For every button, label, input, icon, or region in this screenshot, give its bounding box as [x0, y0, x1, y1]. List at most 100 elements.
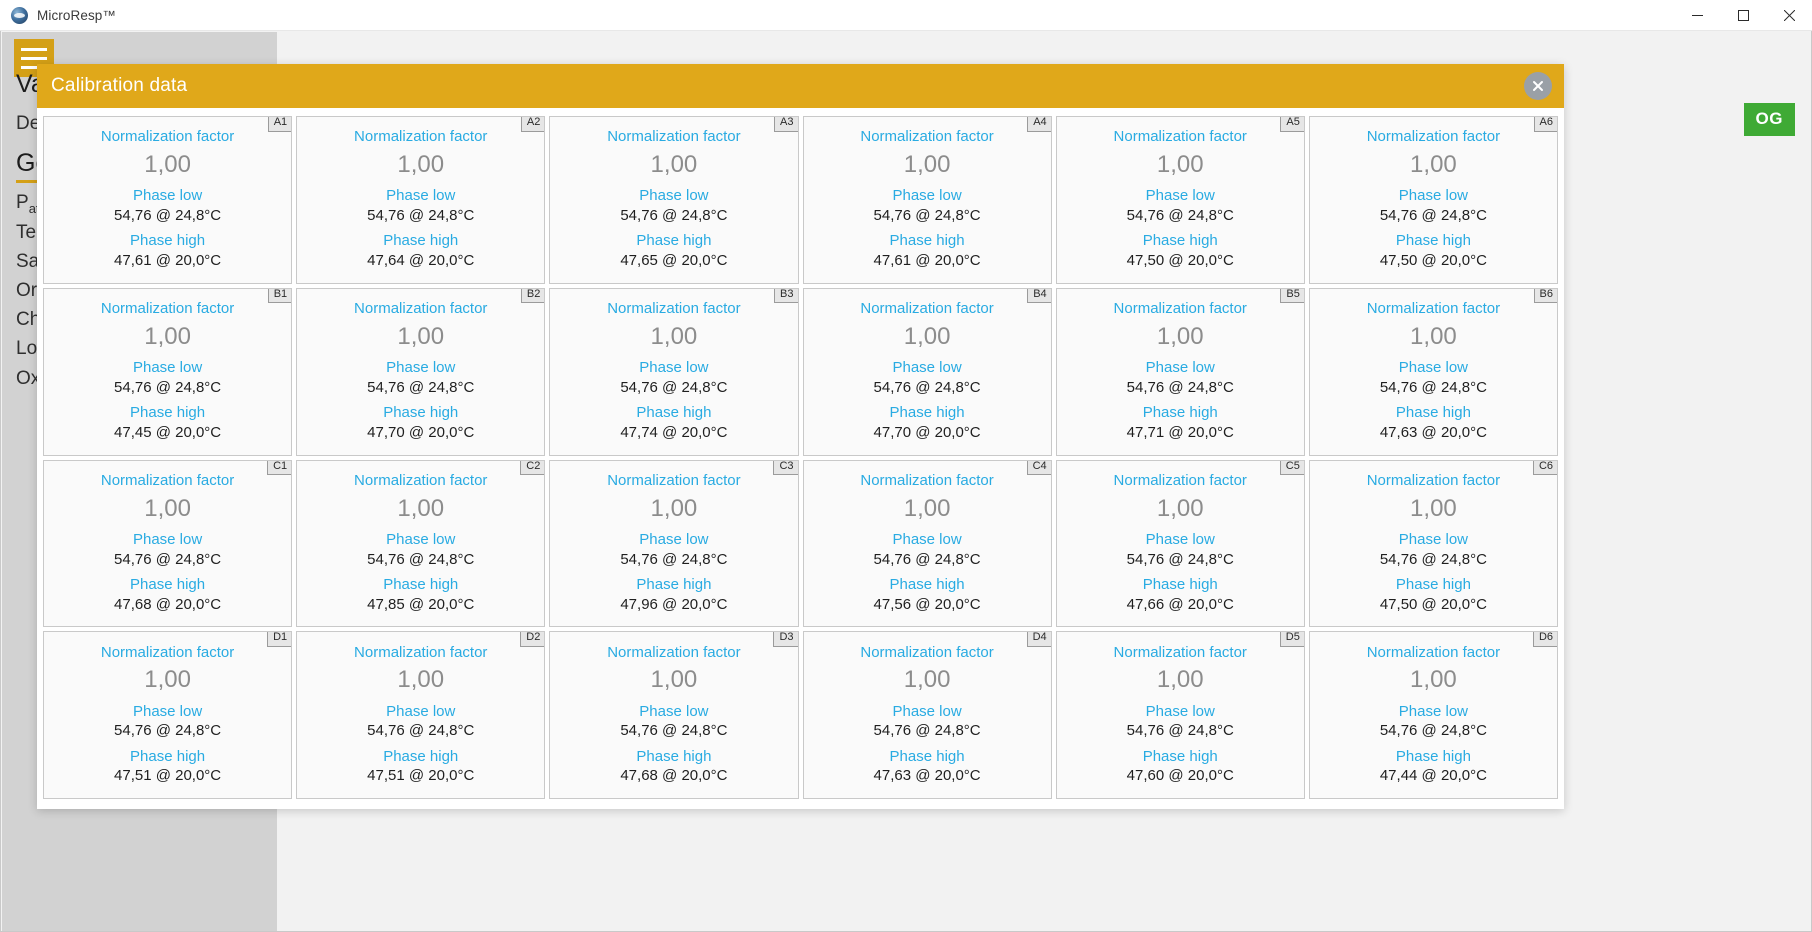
calibration-cell-a3[interactable]: A3 Normalization factor 1,00 Phase low 54,76… — [549, 116, 799, 284]
phase-high-label: Phase high — [383, 575, 459, 593]
phase-high-value: 47,61 @ 20,0°C — [114, 252, 222, 270]
phase-high-label: Phase high — [383, 747, 459, 765]
normalization-factor-label: Normalization factor — [354, 300, 488, 318]
status-badge-log[interactable]: OG — [1743, 103, 1795, 136]
phase-high-value: 47,64 @ 20,0°C — [367, 252, 475, 270]
calibration-cell-c2[interactable]: C2 Normalization factor 1,00 Phase low 54,76… — [296, 459, 546, 628]
cell-id-badge: A1 — [267, 116, 292, 132]
normalization-factor-value: 1,00 — [903, 494, 951, 522]
phase-high-label: Phase high — [889, 232, 965, 250]
normalization-factor-label: Normalization factor — [860, 300, 994, 318]
phase-low-value: 54,76 @ 24,8°C — [1379, 378, 1487, 396]
calibration-cell-b4[interactable]: B4 Normalization factor 1,00 Phase low 54,76… — [802, 287, 1052, 456]
phase-high-value: 47,60 @ 20,0°C — [1126, 767, 1234, 785]
normalization-factor-label: Normalization factor — [100, 471, 235, 489]
phase-low-value: 54,76 @ 24,8°C — [367, 722, 475, 740]
close-circle-icon[interactable] — [1524, 72, 1552, 100]
phase-low-value: 54,76 @ 24,8°C — [114, 550, 222, 568]
calibration-cell-b6[interactable]: B6 Normalization factor 1,00 Phase low 54,76… — [1308, 287, 1558, 456]
calibration-cell-d3[interactable]: D3 Normalization factor 1,00 Phase low 54,76… — [549, 631, 799, 799]
cell-id-badge: D6 — [1532, 632, 1557, 647]
phase-low-label: Phase low — [1145, 530, 1215, 548]
phase-high-value: 47,50 @ 20,0°C — [1379, 595, 1487, 613]
normalization-factor-value: 1,00 — [1156, 151, 1204, 179]
window-controls — [1674, 0, 1812, 31]
normalization-factor-value: 1,00 — [397, 666, 445, 694]
phase-low-label: Phase low — [1145, 187, 1215, 205]
phase-low-label: Phase low — [639, 530, 709, 548]
calibration-cell-c5[interactable]: C5 Normalization factor 1,00 Phase low 54,76… — [1055, 459, 1305, 628]
phase-high-value: 47,65 @ 20,0°C — [620, 252, 728, 270]
normalization-factor-label: Normalization factor — [607, 300, 741, 318]
normalization-factor-value: 1,00 — [397, 322, 445, 350]
calibration-cell-d4[interactable]: D4 Normalization factor 1,00 Phase low 54,76… — [802, 631, 1052, 799]
phase-high-value: 47,56 @ 20,0°C — [873, 595, 981, 613]
maximize-icon[interactable] — [1720, 0, 1766, 31]
phase-high-value: 47,68 @ 20,0°C — [620, 767, 728, 785]
cell-id-badge: C5 — [1279, 460, 1304, 476]
phase-low-value: 54,76 @ 24,8°C — [873, 722, 981, 740]
normalization-factor-label: Normalization factor — [1366, 471, 1501, 489]
phase-high-label: Phase high — [889, 747, 965, 765]
phase-low-value: 54,76 @ 24,8°C — [873, 207, 981, 225]
normalization-factor-label: Normalization factor — [1113, 300, 1247, 318]
phase-high-value: 47,44 @ 20,0°C — [1379, 767, 1487, 785]
calibration-cell-a4[interactable]: A4 Normalization factor 1,00 Phase low 54,76… — [802, 116, 1052, 284]
phase-high-label: Phase high — [1142, 404, 1218, 422]
calibration-cell-c1[interactable]: C1 Normalization factor 1,00 Phase low 54,76… — [43, 459, 293, 628]
phase-high-value: 47,51 @ 20,0°C — [114, 767, 222, 785]
phase-low-value: 54,76 @ 24,8°C — [620, 550, 728, 568]
normalization-factor-label: Normalization factor — [607, 643, 741, 661]
normalization-factor-value: 1,00 — [144, 151, 191, 179]
phase-low-value: 54,76 @ 24,8°C — [1379, 550, 1487, 568]
normalization-factor-value: 1,00 — [1410, 322, 1457, 350]
calibration-cell-d5[interactable]: D5 Normalization factor 1,00 Phase low 54,76… — [1055, 631, 1305, 799]
calibration-cell-b2[interactable]: B2 Normalization factor 1,00 Phase low 54,76… — [296, 287, 546, 456]
phase-low-label: Phase low — [1398, 530, 1469, 548]
phase-high-label: Phase high — [1142, 232, 1218, 250]
close-icon[interactable] — [1766, 0, 1812, 31]
phase-low-label: Phase low — [1398, 187, 1469, 205]
normalization-factor-value: 1,00 — [650, 322, 698, 350]
calibration-cell-b3[interactable]: B3 Normalization factor 1,00 Phase low 54,76… — [549, 287, 799, 456]
calibration-cell-b1[interactable]: B1 Normalization factor 1,00 Phase low 54,76… — [43, 287, 293, 456]
normalization-factor-value: 1,00 — [1410, 151, 1457, 179]
cell-id-badge: C1 — [267, 460, 292, 476]
phase-high-value: 47,61 @ 20,0°C — [873, 252, 981, 270]
normalization-factor-label: Normalization factor — [1366, 128, 1501, 146]
normalization-factor-label: Normalization factor — [1113, 643, 1247, 661]
phase-low-value: 54,76 @ 24,8°C — [367, 207, 475, 225]
cell-id-badge: D4 — [1026, 632, 1051, 647]
phase-high-value: 47,51 @ 20,0°C — [367, 767, 475, 785]
phase-low-label: Phase low — [386, 187, 456, 205]
calibration-cell-c3[interactable]: C3 Normalization factor 1,00 Phase low 54,76… — [549, 459, 799, 628]
phase-high-label: Phase high — [383, 232, 459, 250]
normalization-factor-label: Normalization factor — [860, 128, 994, 146]
normalization-factor-value: 1,00 — [144, 666, 191, 694]
phase-low-label: Phase low — [386, 530, 456, 548]
calibration-cell-a2[interactable]: A2 Normalization factor 1,00 Phase low 54,76… — [296, 116, 546, 284]
phase-low-value: 54,76 @ 24,8°C — [114, 207, 222, 225]
normalization-factor-value: 1,00 — [903, 151, 951, 179]
calibration-cell-c6[interactable]: C6 Normalization factor 1,00 Phase low 54,76… — [1308, 459, 1558, 628]
calibration-cell-c4[interactable]: C4 Normalization factor 1,00 Phase low 54,76… — [802, 459, 1052, 628]
calibration-cell-d2[interactable]: D2 Normalization factor 1,00 Phase low 54,76… — [296, 631, 546, 799]
phase-low-value: 54,76 @ 24,8°C — [873, 378, 981, 396]
calibration-cell-a5[interactable]: A5 Normalization factor 1,00 Phase low 54,76… — [1055, 116, 1305, 284]
normalization-factor-label: Normalization factor — [354, 643, 488, 661]
normalization-factor-label: Normalization factor — [1366, 643, 1501, 661]
calibration-cell-d6[interactable]: D6 Normalization factor 1,00 Phase low 54,76… — [1308, 631, 1558, 799]
phase-high-value: 47,96 @ 20,0°C — [620, 595, 728, 613]
cell-id-badge: D1 — [267, 632, 292, 647]
calibration-cell-b5[interactable]: B5 Normalization factor 1,00 Phase low 54,76… — [1055, 287, 1305, 456]
calibration-cell-a6[interactable]: A6 Normalization factor 1,00 Phase low 54,76… — [1308, 116, 1558, 284]
phase-low-label: Phase low — [892, 530, 962, 548]
main-window-body: Valu Dev Gen Patm Tem Salin Org Cha Low … — [0, 31, 1812, 932]
calibration-cell-a1[interactable]: A1 Normalization factor 1,00 Phase low 54,76… — [43, 116, 293, 284]
phase-low-value: 54,76 @ 24,8°C — [114, 722, 222, 740]
phase-high-value: 47,70 @ 20,0°C — [873, 423, 981, 441]
phase-low-value: 54,76 @ 24,8°C — [620, 722, 728, 740]
normalization-factor-label: Normalization factor — [354, 128, 488, 146]
minimize-icon[interactable] — [1674, 0, 1720, 31]
calibration-cell-d1[interactable]: D1 Normalization factor 1,00 Phase low 54,76… — [43, 631, 293, 799]
